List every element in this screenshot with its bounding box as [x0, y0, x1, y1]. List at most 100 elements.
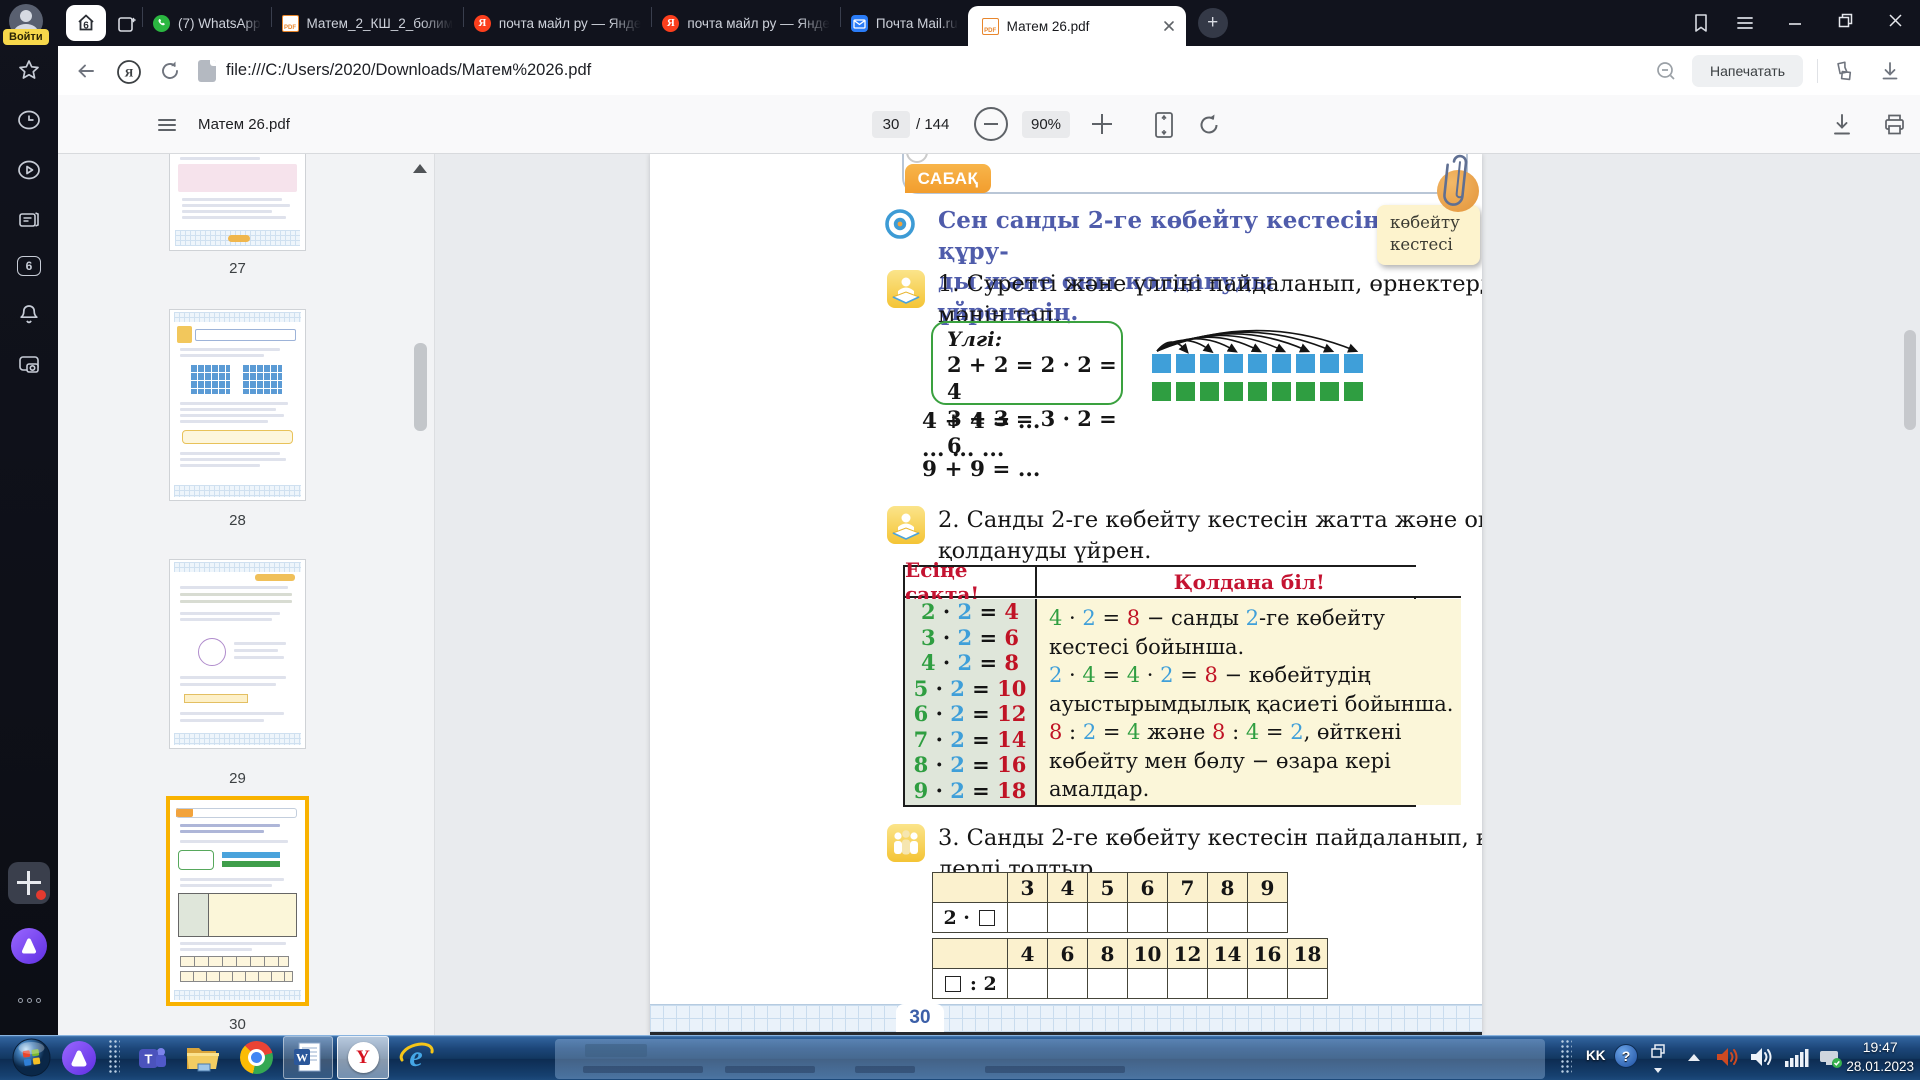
- maximize-window-button[interactable]: [1820, 0, 1870, 40]
- row-label-cell: : 2: [933, 969, 1008, 999]
- header-cell: 18: [1288, 939, 1328, 969]
- network-signal-icon[interactable]: [1784, 1045, 1810, 1074]
- answer-cell: [1248, 969, 1288, 999]
- header-cell: 3: [1008, 873, 1048, 903]
- yandex-browser-taskbar-icon[interactable]: Y: [337, 1036, 389, 1079]
- alice-taskbar-icon[interactable]: [62, 1041, 96, 1075]
- volume-speaker-icon[interactable]: [1748, 1044, 1776, 1075]
- bookmarks-star-icon[interactable]: [17, 58, 41, 82]
- news-feed-icon[interactable]: [17, 208, 41, 232]
- answer-cell: [1008, 969, 1048, 999]
- internet-explorer-taskbar-icon[interactable]: e: [398, 1039, 435, 1080]
- downloads-icon[interactable]: [1878, 59, 1902, 83]
- answer-cell: [1288, 969, 1328, 999]
- explanation-line: кестесі бойынша.: [1049, 633, 1453, 662]
- zoom-in-button[interactable]: [1092, 114, 1112, 134]
- tab-yandex-mail-2[interactable]: Я почта майл ру — Янде: [652, 0, 840, 46]
- explanation-line: 2 · 4 = 4 · 2 = 8 − көбейтудің: [1049, 661, 1453, 690]
- browser-menu-icon[interactable]: [1734, 12, 1756, 34]
- multiplication-fact: 6 · 2 = 12: [914, 701, 1027, 726]
- help-tray-icon[interactable]: ?: [1614, 1044, 1638, 1068]
- print-button[interactable]: Напечатать: [1692, 55, 1803, 87]
- browser-side-panel: Войти 6: [0, 0, 58, 1035]
- tab-yandex-mail-1[interactable]: Я почта майл ру — Янде: [464, 0, 652, 46]
- tab-counter-badge[interactable]: 6: [17, 256, 41, 280]
- back-icon[interactable]: [74, 59, 98, 83]
- page-total-label: / 144: [916, 116, 949, 133]
- task1-reader-icon: [887, 270, 925, 308]
- clock-date[interactable]: 19:47 28.01.2023: [1846, 1038, 1914, 1076]
- pdf-menu-icon[interactable]: [156, 114, 178, 141]
- tray-handle-dots: [1560, 1039, 1572, 1075]
- chrome-taskbar-icon[interactable]: [240, 1041, 273, 1074]
- show-hidden-icons-arrow[interactable]: [1688, 1054, 1700, 1061]
- current-page-field[interactable]: 30: [872, 111, 910, 138]
- window-restore-tray-icon[interactable]: [1650, 1043, 1666, 1073]
- more-options-dots[interactable]: [18, 998, 42, 1004]
- language-indicator[interactable]: KK: [1586, 1048, 1606, 1063]
- teams-taskbar-icon[interactable]: T: [136, 1042, 168, 1079]
- thumbnail-page-29[interactable]: [170, 560, 305, 748]
- multiplication-fact: 7 · 2 = 14: [914, 727, 1027, 752]
- header-cell: 8: [1208, 873, 1248, 903]
- header-cell: 9: [1248, 873, 1288, 903]
- close-window-button[interactable]: [1870, 0, 1920, 40]
- login-badge[interactable]: Войти: [3, 29, 49, 45]
- volume-muted-red-icon[interactable]: [1714, 1044, 1742, 1075]
- header-cell: 8: [1088, 939, 1128, 969]
- history-clock-icon[interactable]: [17, 108, 41, 132]
- tab-mailru[interactable]: Почта Mail.ru: [841, 0, 968, 46]
- panel-scroll-up-icon[interactable]: [413, 164, 427, 173]
- reload-icon[interactable]: [158, 59, 182, 83]
- file-explorer-taskbar-icon[interactable]: [184, 1040, 222, 1079]
- zoom-out-button[interactable]: [974, 107, 1008, 141]
- answer-cell: [1048, 969, 1088, 999]
- alice-assistant-icon[interactable]: [11, 928, 47, 964]
- thumbnails-panel: 27 28: [58, 154, 435, 1035]
- screenshot-camera-icon[interactable]: [17, 352, 41, 376]
- download-pdf-icon[interactable]: [1830, 112, 1854, 143]
- thumbnail-page-27[interactable]: [170, 154, 305, 250]
- fit-page-icon[interactable]: [1150, 110, 1178, 145]
- header-cell: 12: [1168, 939, 1208, 969]
- rotate-icon[interactable]: [1196, 112, 1222, 143]
- pdf-scrollbar-thumb[interactable]: [1904, 330, 1916, 430]
- explanation-line: амалдар.: [1049, 775, 1453, 804]
- explanation-text: 4 · 2 = 8 − санды 2-ге көбейтукестесі бо…: [1037, 599, 1461, 805]
- objective-target-icon: [885, 209, 915, 243]
- zoom-level-field[interactable]: 90%: [1022, 111, 1070, 138]
- new-tab-button[interactable]: +: [1198, 8, 1228, 38]
- panel-scrollbar-thumb[interactable]: [414, 343, 427, 431]
- exercise-line: 4 + 4 = ...: [922, 409, 1040, 434]
- pdf-document-title: Матем 26.pdf: [198, 116, 290, 133]
- device-status-tray-icon[interactable]: [1818, 1046, 1844, 1075]
- multiplication-memory-table: Есіңе сақта! Қолдана біл! 2 · 2 = 43 · 2…: [903, 565, 1416, 807]
- blurred-window-reflection: [555, 1039, 1545, 1079]
- thumbnail-page-30-selected[interactable]: [170, 800, 305, 1002]
- url-field[interactable]: file:///C:/Users/2020/Downloads/Матем%20…: [226, 61, 1654, 80]
- minimize-window-button[interactable]: [1770, 0, 1820, 40]
- explanation-line: ауыстырымдылық қасиеті бойынша.: [1049, 690, 1453, 719]
- tab-whatsapp[interactable]: (7) WhatsApp: [143, 0, 271, 46]
- tab-groups-icon[interactable]: [1832, 59, 1856, 83]
- tray-date: 28.01.2023: [1846, 1057, 1914, 1076]
- home-tab-counter[interactable]: 6: [66, 5, 106, 41]
- apply-header: Қолдана біл!: [1037, 567, 1461, 598]
- tab-active-matem26[interactable]: PDF Матем 26.pdf: [968, 6, 1186, 46]
- objective-line: Сен санды 2-ге көбейту кестесін құру-: [938, 206, 1380, 267]
- zoom-out-page-icon[interactable]: [1654, 59, 1678, 83]
- thumbnail-page-28[interactable]: [170, 310, 305, 500]
- start-button[interactable]: [12, 1038, 51, 1080]
- yandex-logo-icon[interactable]: Я: [116, 59, 140, 83]
- print-pdf-icon[interactable]: [1882, 112, 1907, 142]
- word-taskbar-icon[interactable]: W: [283, 1036, 333, 1079]
- video-play-icon[interactable]: [17, 158, 41, 182]
- close-tab-icon[interactable]: [1162, 19, 1176, 33]
- new-window-icon[interactable]: [116, 13, 138, 35]
- address-bar: Я file:///C:/Users/2020/Downloads/Матем%…: [58, 46, 1920, 95]
- thumbnail-label: 30: [170, 1016, 305, 1033]
- thumbnail-label: 29: [170, 770, 305, 787]
- tab-pdf-document[interactable]: PDF Матем_2_КШ_2_болим: [272, 0, 463, 46]
- notifications-bell-icon[interactable]: [17, 302, 41, 326]
- bookmark-flag-icon[interactable]: [1690, 12, 1712, 34]
